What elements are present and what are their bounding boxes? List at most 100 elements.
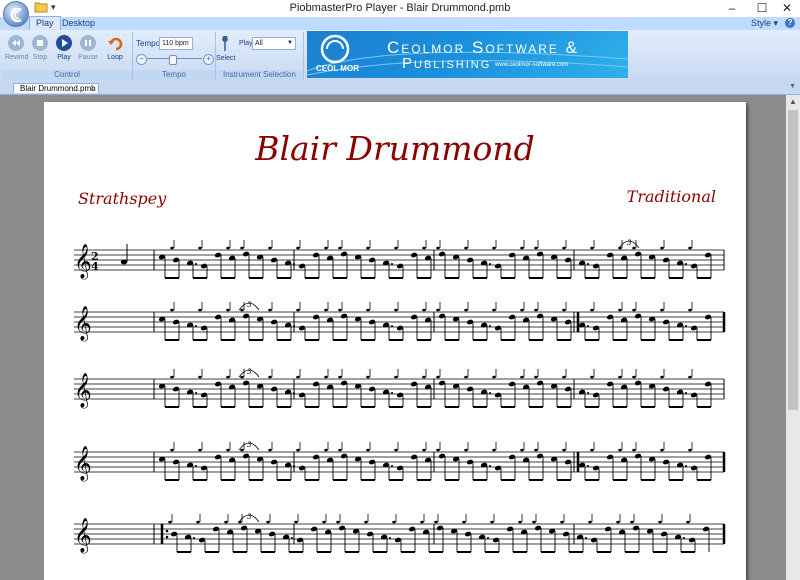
grace-notehead	[434, 520, 438, 524]
stop-button[interactable]: Stop	[29, 35, 51, 61]
triplet-mark: 3	[247, 513, 252, 521]
bagpipe-chanter-icon[interactable]	[220, 35, 229, 52]
instrument-group-label: Instrument Selection	[216, 70, 303, 80]
grace-notehead	[534, 448, 538, 452]
close-button[interactable]: ✕	[772, 0, 800, 17]
grace-notehead	[366, 375, 370, 379]
grace-notehead	[224, 520, 228, 524]
ceolmor-banner[interactable]: Ceolmor Software & Publishing www.ceolmo…	[307, 31, 628, 78]
grace-notehead	[268, 246, 272, 250]
close-tab-icon[interactable]: ×	[90, 84, 95, 94]
banner-url: www.ceolmor-software.com	[495, 62, 569, 68]
vertical-scrollbar[interactable]: ▲	[786, 95, 800, 580]
control-group: Rewind Stop Play Pause Loop Control	[2, 32, 133, 80]
grace-notehead	[170, 246, 174, 250]
grace-notehead	[590, 308, 594, 312]
grace-notehead	[324, 375, 328, 379]
dot	[587, 465, 589, 467]
grace-notehead	[226, 308, 230, 312]
pause-button[interactable]: Pause	[77, 35, 99, 61]
quick-access-dropdown-icon[interactable]: ▾	[51, 2, 56, 13]
dot	[391, 465, 393, 467]
dot	[291, 537, 293, 539]
quick-access-folder-icon[interactable]	[34, 1, 48, 14]
grace-notehead	[394, 375, 398, 379]
grace-notehead	[420, 520, 424, 524]
grace-notehead	[324, 308, 328, 312]
grace-notehead	[196, 520, 200, 524]
tempo-slider-thumb[interactable]	[168, 55, 177, 65]
grace-notehead	[464, 375, 468, 379]
grace-notehead	[688, 448, 692, 452]
grace-notehead	[422, 308, 426, 312]
play-icon	[56, 35, 72, 51]
dot	[293, 263, 295, 265]
treble-clef-icon: 𝄞	[74, 446, 92, 482]
grace-notehead	[632, 448, 636, 452]
play-instrument-select[interactable]: All ▼	[252, 37, 296, 50]
application-menu-orb[interactable]	[3, 1, 29, 27]
treble-clef-icon: 𝄞	[74, 518, 92, 554]
play-button[interactable]: Play	[53, 35, 75, 61]
grace-notehead	[338, 308, 342, 312]
grace-notehead	[660, 375, 664, 379]
grace-notehead	[492, 308, 496, 312]
grace-notehead	[520, 448, 524, 452]
treble-clef-icon: 𝄞	[74, 373, 92, 409]
grace-notehead	[240, 308, 244, 312]
document-tab[interactable]: Blair Drummond.pmb ×	[13, 83, 99, 93]
grace-notehead	[632, 375, 636, 379]
select-button[interactable]: Select	[216, 55, 235, 62]
grace-notehead	[170, 308, 174, 312]
dot	[587, 392, 589, 394]
dot	[293, 325, 295, 327]
tempo-increase-button[interactable]: +	[203, 54, 214, 65]
instrument-selection-group: Play: All ▼ Select Instrument Selection	[216, 32, 304, 80]
dot	[195, 465, 197, 467]
document-tab-bar: Blair Drummond.pmb × ▼	[0, 82, 800, 95]
grace-notehead	[688, 375, 692, 379]
grace-notehead	[618, 448, 622, 452]
rewind-button[interactable]: Rewind	[5, 35, 28, 61]
tab-list-dropdown-icon[interactable]: ▼	[789, 83, 796, 90]
grace-notehead	[296, 308, 300, 312]
tab-desktop[interactable]: Desktop	[56, 17, 101, 30]
grace-notehead	[296, 246, 300, 250]
dot	[587, 263, 589, 265]
music-score: 𝄞 243𝄞3𝄞3𝄞3𝄞3	[74, 239, 726, 554]
notehead	[120, 259, 128, 265]
tempo-decrease-button[interactable]: −	[136, 54, 147, 65]
loop-button[interactable]: Loop	[104, 35, 126, 61]
grace-notehead	[168, 520, 172, 524]
dot	[489, 325, 491, 327]
app-logo-icon	[10, 7, 22, 23]
grace-notehead	[560, 520, 564, 524]
window-title: PiobmasterPro Player - Blair Drummond.pm…	[289, 2, 511, 14]
chevron-down-icon: ▼	[287, 40, 293, 46]
grace-notehead	[436, 375, 440, 379]
banner-publishing: Publishing	[402, 55, 492, 72]
document-workspace: Blair Drummond Strathspey Traditional 𝄞 2…	[0, 95, 786, 580]
dot	[489, 392, 491, 394]
minimize-button[interactable]: –	[717, 0, 747, 17]
loop-label: Loop	[107, 54, 123, 61]
help-icon[interactable]: ?	[785, 18, 795, 28]
style-menu[interactable]: Style ▾	[751, 18, 778, 29]
grace-notehead	[590, 448, 594, 452]
grace-notehead	[366, 448, 370, 452]
grace-notehead	[296, 375, 300, 379]
grace-notehead	[338, 448, 342, 452]
grace-notehead	[562, 246, 566, 250]
grace-notehead	[296, 448, 300, 452]
grace-notehead	[436, 448, 440, 452]
treble-clef-icon: 𝄞	[74, 306, 92, 342]
grace-notehead	[562, 375, 566, 379]
repeat-dot	[165, 529, 169, 533]
scrollbar-thumb[interactable]	[788, 110, 798, 410]
grace-notehead	[436, 308, 440, 312]
tempo-input[interactable]: 110 bpm	[159, 37, 193, 50]
grace-notehead	[630, 520, 634, 524]
dot	[489, 465, 491, 467]
grace-notehead	[562, 308, 566, 312]
scroll-up-icon[interactable]: ▲	[786, 95, 800, 109]
